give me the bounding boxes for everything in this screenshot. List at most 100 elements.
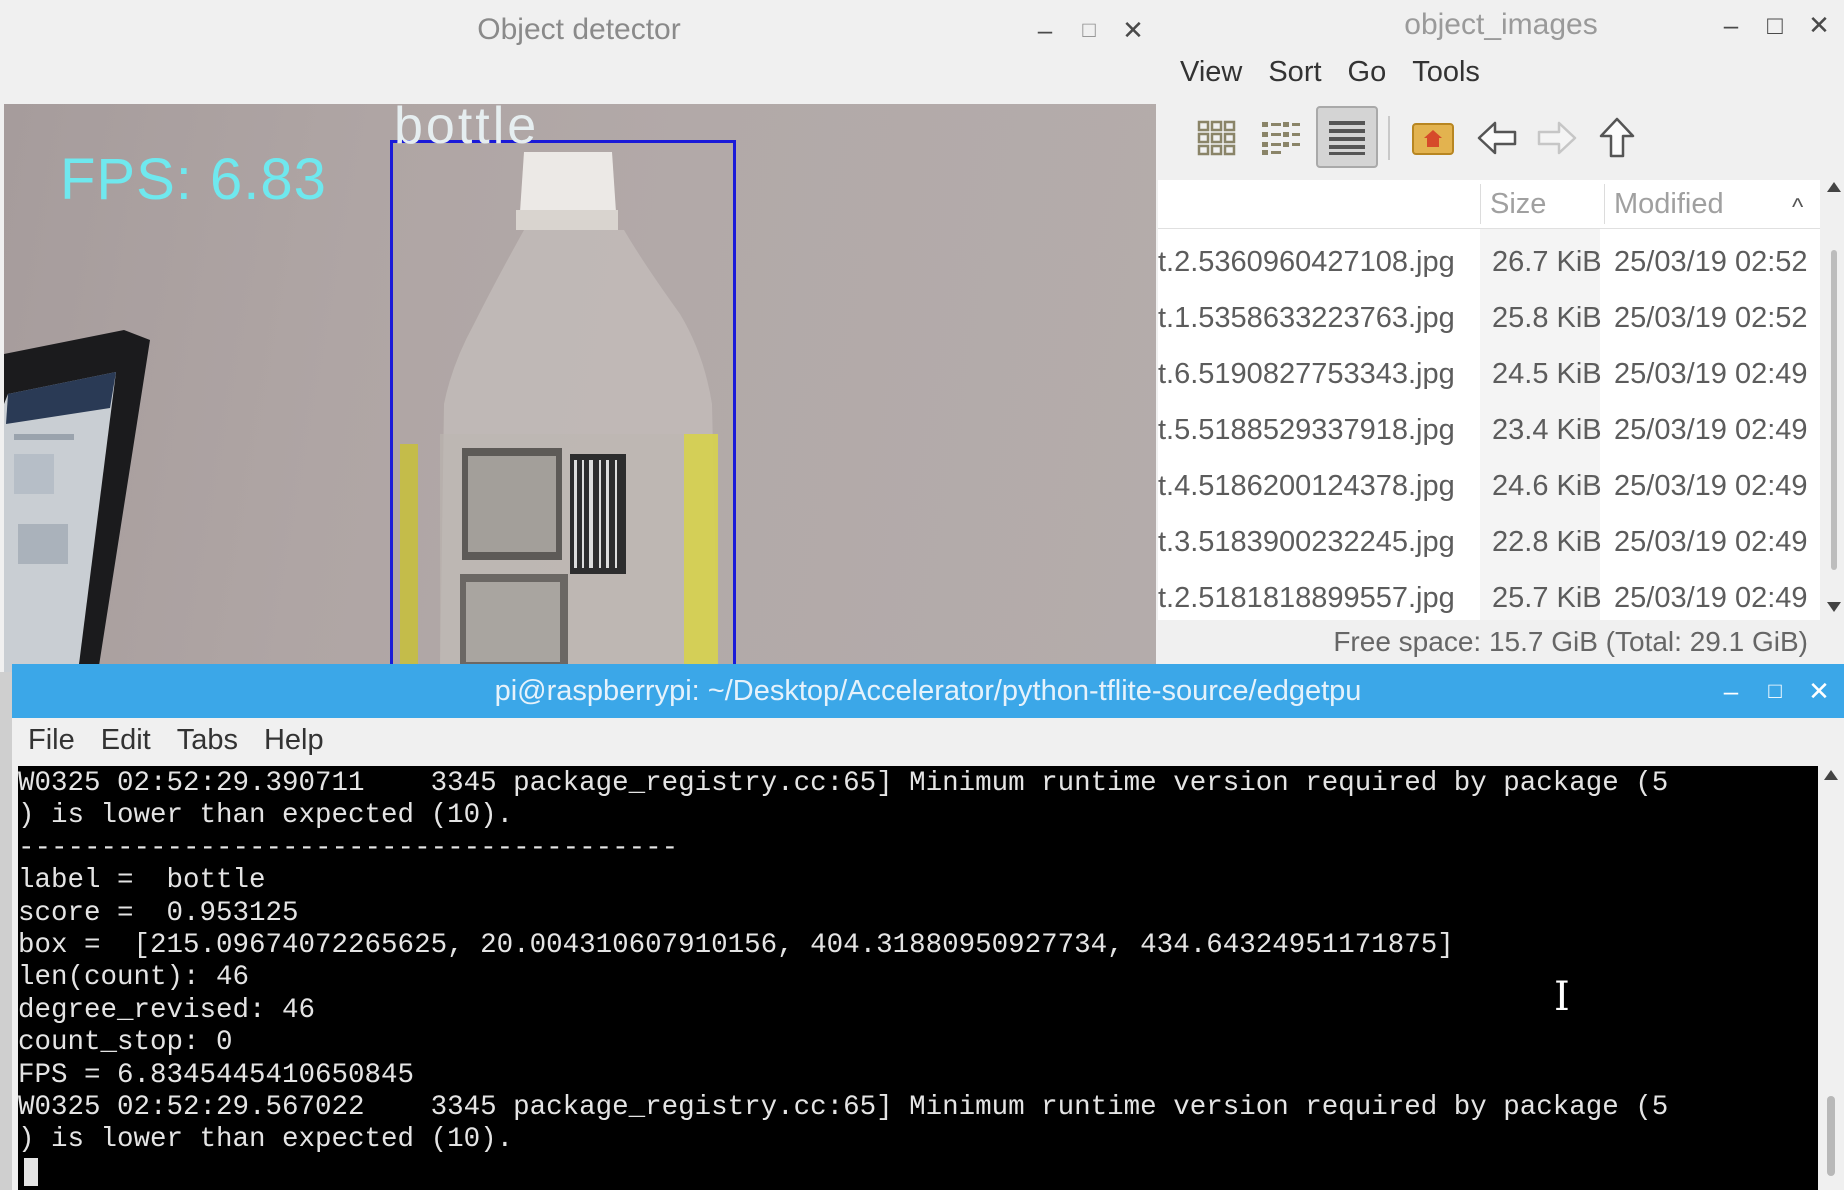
terminal-line: ---------------------------------------- <box>18 832 679 864</box>
file-size: 24.5 KiB <box>1492 358 1602 390</box>
file-row[interactable]: t.6.5190827753343.jpg 24.5 KiB 25/03/19 … <box>1158 348 1820 404</box>
terminal-titlebar[interactable]: pi@raspberrypi: ~/Desktop/Accelerator/py… <box>12 664 1844 718</box>
free-space-status: Free space: 15.7 GiB (Total: 29.1 GiB) <box>1333 626 1808 657</box>
file-manager-toolbar <box>1158 106 1758 170</box>
terminal-line: count_stop: 0 <box>18 1027 233 1059</box>
terminal-scrollbar[interactable] <box>1820 766 1842 1190</box>
home-folder-icon <box>1412 123 1454 155</box>
thumbnail-view-icon <box>1197 120 1236 156</box>
maximize-button[interactable]: □ <box>1764 12 1786 38</box>
laptop-image <box>4 330 150 672</box>
file-size: 26.7 KiB <box>1492 246 1602 278</box>
file-manager-title: object_images <box>1404 8 1598 41</box>
file-row[interactable]: t.5.5188529337918.jpg 23.4 KiB 25/03/19 … <box>1158 404 1820 460</box>
file-name: t.2.5360960427108.jpg <box>1158 246 1455 278</box>
close-button[interactable]: ✕ <box>1122 17 1144 43</box>
terminal-line: degree_revised: 46 <box>18 994 316 1026</box>
file-name: t.3.5183900232245.jpg <box>1158 526 1455 558</box>
minimize-button[interactable]: – <box>1034 17 1056 43</box>
detailed-list-view-button[interactable] <box>1316 106 1378 168</box>
menu-edit[interactable]: Edit <box>101 724 151 757</box>
file-modified: 25/03/19 02:49 <box>1614 470 1808 502</box>
file-name: t.5.5188529337918.jpg <box>1158 414 1455 446</box>
terminal-title: pi@raspberrypi: ~/Desktop/Accelerator/py… <box>494 674 1362 707</box>
column-separator <box>1604 184 1605 224</box>
menu-go[interactable]: Go <box>1348 56 1387 89</box>
scrollbar-graphic <box>1824 770 1838 1176</box>
file-row[interactable]: t.3.5183900232245.jpg 22.8 KiB 25/03/19 … <box>1158 516 1820 572</box>
terminal-line: ) is lower than expected (10). <box>18 800 514 832</box>
detector-titlebar[interactable]: Object detector <box>0 0 1158 60</box>
terminal-line: box = [215.09674072265625, 20.0043106079… <box>18 929 1454 961</box>
fps-overlay: FPS: 6.83 <box>60 147 327 212</box>
sort-ascending-icon[interactable]: ^ <box>1792 194 1803 222</box>
compact-view-icon <box>1262 122 1300 155</box>
forward-button[interactable] <box>1528 110 1586 166</box>
object-detector-window: Object detector – □ ✕ bottle FPS: 6.83 <box>0 0 1158 672</box>
file-size: 25.7 KiB <box>1492 582 1602 614</box>
file-modified: 25/03/19 02:49 <box>1614 358 1808 390</box>
terminal-line: FPS = 6.8345445410650845 <box>18 1059 415 1091</box>
file-modified: 25/03/19 02:49 <box>1614 414 1808 446</box>
toolbar-divider <box>1388 116 1390 160</box>
up-button[interactable] <box>1588 110 1646 166</box>
menu-help[interactable]: Help <box>264 724 324 757</box>
file-modified: 25/03/19 02:52 <box>1614 302 1808 334</box>
file-row[interactable]: t.4.5186200124378.jpg 24.6 KiB 25/03/19 … <box>1158 460 1820 516</box>
forward-arrow-icon <box>1537 121 1577 155</box>
file-list: Size Modified ^ t.2.5360960427108.jpg 26… <box>1158 180 1820 620</box>
back-button[interactable] <box>1468 110 1526 166</box>
file-name: t.2.5181818899557.jpg <box>1158 582 1455 614</box>
file-manager-window: object_images – □ ✕ View Sort Go Tools S… <box>1158 0 1844 672</box>
file-size: 24.6 KiB <box>1492 470 1602 502</box>
text-cursor-ibeam-icon: I <box>1554 974 1570 1020</box>
terminal-line: ) is lower than expected (10). <box>18 1124 514 1156</box>
terminal-line: label = bottle <box>18 865 266 897</box>
file-modified: 25/03/19 02:52 <box>1614 246 1808 278</box>
terminal-lines: W0325 02:52:29.390711 3345 package_regis… <box>18 768 1668 1157</box>
file-list-header: Size Modified ^ <box>1158 180 1820 229</box>
close-button[interactable]: ✕ <box>1808 12 1830 38</box>
terminal-line: W0325 02:52:29.390711 3345 package_regis… <box>18 768 1669 799</box>
minimize-button[interactable]: – <box>1720 678 1742 704</box>
detailed-list-view-icon <box>1329 121 1365 155</box>
column-header-size[interactable]: Size <box>1490 188 1546 221</box>
file-manager-window-controls: – □ ✕ <box>1720 0 1830 50</box>
file-row[interactable]: t.2.5181818899557.jpg 25.7 KiB 25/03/19 … <box>1158 572 1820 620</box>
maximize-button[interactable]: □ <box>1078 19 1100 41</box>
column-header-modified[interactable]: Modified <box>1614 188 1724 221</box>
close-button[interactable]: ✕ <box>1808 678 1830 704</box>
compact-view-button[interactable] <box>1252 110 1310 166</box>
icon-view-button[interactable] <box>1158 110 1186 166</box>
menu-view[interactable]: View <box>1180 56 1242 89</box>
terminal-output[interactable]: W0325 02:52:29.390711 3345 package_regis… <box>18 766 1818 1190</box>
camera-feed: bottle FPS: 6.83 <box>4 104 1156 672</box>
maximize-button[interactable]: □ <box>1764 680 1786 702</box>
file-manager-menubar: View Sort Go Tools <box>1180 56 1480 89</box>
back-arrow-icon <box>1477 121 1517 155</box>
file-row[interactable]: t.1.5358633223763.jpg 25.8 KiB 25/03/19 … <box>1158 292 1820 348</box>
file-modified: 25/03/19 02:49 <box>1614 582 1808 614</box>
terminal-window-controls: – □ ✕ <box>1720 664 1830 718</box>
terminal-line: W0325 02:52:29.567022 3345 package_regis… <box>18 1091 1669 1123</box>
home-button[interactable] <box>1404 110 1462 166</box>
file-row[interactable]: t.2.5360960427108.jpg 26.7 KiB 25/03/19 … <box>1158 236 1820 292</box>
detector-window-controls: – □ ✕ <box>1034 0 1144 60</box>
menu-tabs[interactable]: Tabs <box>177 724 238 757</box>
file-modified: 25/03/19 02:49 <box>1614 526 1808 558</box>
terminal-line: score = 0.953125 <box>18 897 299 929</box>
file-list-scrollbar[interactable] <box>1824 180 1844 620</box>
menu-tools[interactable]: Tools <box>1412 56 1480 89</box>
menu-sort[interactable]: Sort <box>1268 56 1321 89</box>
file-name: t.1.5358633223763.jpg <box>1158 302 1455 334</box>
terminal-window: pi@raspberrypi: ~/Desktop/Accelerator/py… <box>12 664 1844 1190</box>
file-size: 23.4 KiB <box>1492 414 1602 446</box>
thumbnail-view-button[interactable] <box>1188 110 1246 166</box>
minimize-button[interactable]: – <box>1720 12 1742 38</box>
terminal-cursor <box>24 1158 38 1186</box>
file-size: 22.8 KiB <box>1492 526 1602 558</box>
terminal-menubar: File Edit Tabs Help <box>28 724 324 757</box>
terminal-line: len(count): 46 <box>18 962 250 994</box>
menu-file[interactable]: File <box>28 724 75 757</box>
icon-view-icon <box>1158 118 1177 158</box>
